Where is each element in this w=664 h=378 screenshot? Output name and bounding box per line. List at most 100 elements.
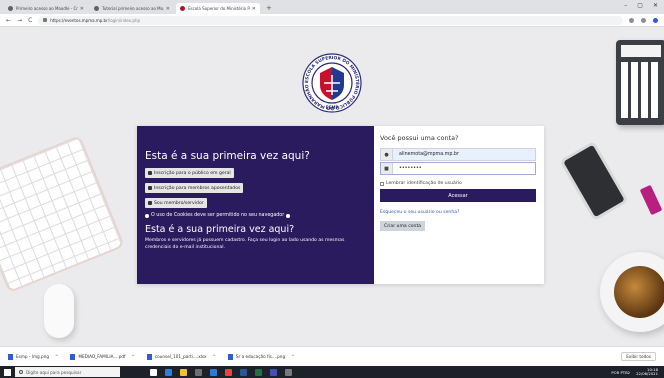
language-indicator[interactable]: POR PTB2 (611, 370, 630, 375)
system-tray: POR PTB2 10:18 22/06/2021 (611, 367, 658, 377)
retired-signup-label: Inscrição para membros aposentados (154, 185, 241, 191)
address-bar: ← → C https://eventos.mpma.mp.br/login/i… (0, 14, 664, 27)
chrome-icon[interactable] (225, 368, 232, 376)
app-icon[interactable] (285, 368, 292, 376)
browser-tab-active[interactable]: Escola Superior do Ministério P... ✕ (176, 3, 260, 14)
password-field[interactable]: ■ •••••••• (380, 162, 536, 175)
profile-avatar-icon[interactable] (653, 17, 658, 23)
excel-icon[interactable] (255, 368, 262, 376)
chevron-up-icon[interactable]: ^ (55, 354, 58, 359)
tab-label: Tutorial primeiro acesso ao Mo... (102, 6, 164, 11)
user-icon: ● (381, 149, 393, 160)
coffee-cup-illustration (600, 252, 664, 332)
user-icon (148, 186, 152, 190)
user-group-icon (148, 171, 152, 175)
forward-icon[interactable]: → (17, 17, 22, 24)
create-account-button[interactable]: Criar uma conta (380, 221, 426, 231)
remember-label: Lembrar identificação de usuário (386, 181, 462, 186)
phone-illustration (559, 140, 629, 222)
extension-icon[interactable] (629, 17, 634, 23)
url-host: https://eventos.mpma.mp.br (50, 17, 108, 23)
word-icon[interactable] (240, 368, 247, 376)
login-card: Esta é a sua primeira vez aqui? Inscriçã… (137, 126, 544, 284)
download-filename: counsel_101_parti....xlsx (154, 354, 207, 359)
file-icon (227, 353, 233, 360)
browser-tab[interactable]: Primeiro acesso ao Moodle - Cri... ✕ (4, 3, 88, 14)
info-icon (145, 213, 149, 218)
download-item[interactable]: Esmp - Img.png ^ (8, 353, 58, 360)
star-icon[interactable] (641, 17, 646, 23)
tab-favicon-icon (8, 6, 13, 11)
password-value: •••••••• (399, 166, 422, 171)
usb-illustration (639, 184, 663, 216)
login-panel: Você possui uma conta? ● alinemota@mpma.… (374, 126, 544, 284)
tab-label: Escola Superior do Ministério P... (188, 6, 250, 11)
public-signup-button[interactable]: Inscrição para o público em geral (145, 168, 234, 178)
cookies-text: O uso de Cookies deve ser permitido no s… (151, 213, 285, 218)
mouse-illustration (44, 284, 74, 338)
store-icon[interactable] (195, 368, 202, 376)
calculator-illustration (616, 40, 664, 125)
browser-tab-bar: Primeiro acesso ao Moodle - Cri... ✕ Tut… (0, 0, 664, 14)
url-field[interactable]: https://eventos.mpma.mp.br/login/index.p… (38, 15, 623, 25)
windows-start-icon[interactable] (4, 368, 11, 376)
file-explorer-icon[interactable] (180, 368, 187, 376)
windows-taskbar: Digite aqui para pesquisar POR PTB2 10:1… (0, 366, 664, 378)
tab-close-icon[interactable]: ✕ (80, 6, 84, 12)
login-button[interactable]: Acessar (380, 189, 536, 202)
url-path: /login/index.php (107, 17, 141, 23)
download-item[interactable]: counsel_101_parti....xlsx ^ (146, 353, 216, 360)
first-time-title-2: Esta é a sua primeira vez aqui? (145, 224, 295, 235)
clock-date: 22/06/2021 (636, 371, 658, 376)
clock[interactable]: 10:18 22/06/2021 (636, 367, 658, 377)
member-button[interactable]: Sou membro/servidor (145, 198, 207, 208)
close-window-icon[interactable]: ✕ (653, 2, 658, 9)
browser-tab[interactable]: Tutorial primeiro acesso ao Mo... ✕ (90, 3, 174, 14)
edge-icon[interactable] (165, 368, 172, 376)
logo-bottom-text: ESMP (326, 105, 339, 110)
search-icon (19, 370, 23, 374)
esmp-logo: ESCOLA SUPERIOR DO MINISTÉRIO PÚBLICO DO… (302, 53, 362, 113)
file-icon (8, 353, 13, 360)
taskbar-apps (150, 368, 292, 376)
download-filename: Esmp - Img.png (16, 354, 50, 359)
login-title: Você possui uma conta? (380, 134, 459, 142)
maximize-icon[interactable]: ▢ (637, 2, 643, 9)
username-value: alinemota@mpma.mp.br (399, 152, 459, 157)
badge-icon (148, 201, 152, 205)
back-icon[interactable]: ← (6, 17, 11, 24)
tab-close-icon[interactable]: ✕ (166, 6, 170, 12)
taskbar-search[interactable]: Digite aqui para pesquisar (15, 367, 120, 377)
member-label: Sou membro/servidor (154, 200, 204, 206)
tab-label: Primeiro acesso ao Moodle - Cri... (16, 6, 78, 11)
remember-username[interactable]: Lembrar identificação de usuário (380, 181, 536, 186)
retired-signup-button[interactable]: Inscrição para membros aposentados (145, 183, 244, 193)
reload-icon[interactable]: C (28, 17, 32, 24)
teams-icon[interactable] (270, 368, 277, 376)
minimize-icon[interactable]: – (624, 2, 627, 9)
file-icon (70, 353, 76, 360)
public-signup-label: Inscrição para o público em geral (154, 170, 231, 176)
chevron-up-icon[interactable]: ^ (131, 354, 134, 359)
help-icon[interactable] (286, 213, 291, 218)
window-controls: – ▢ ✕ (624, 2, 658, 9)
task-view-icon[interactable] (150, 368, 157, 376)
lock-icon (43, 18, 48, 22)
download-item[interactable]: Sr a educação fís....png ^ (227, 353, 294, 360)
file-icon (146, 353, 152, 360)
outlook-icon[interactable] (210, 368, 217, 376)
tab-favicon-icon (94, 6, 99, 11)
remember-checkbox[interactable] (380, 181, 384, 186)
download-item[interactable]: MEDIAO_FAMILIA....pdf ^ (70, 353, 135, 360)
download-filename: Sr a educação fís....png (235, 354, 286, 359)
chevron-up-icon[interactable]: ^ (213, 354, 216, 359)
taskbar-search-placeholder: Digite aqui para pesquisar (26, 369, 82, 375)
show-all-downloads-button[interactable]: Exibir todos (621, 352, 656, 361)
username-field[interactable]: ● alinemota@mpma.mp.br (380, 148, 536, 161)
signup-panel: Esta é a sua primeira vez aqui? Inscriçã… (137, 126, 374, 284)
tab-close-icon[interactable]: ✕ (252, 6, 256, 12)
downloads-bar: Esmp - Img.png ^ MEDIAO_FAMILIA....pdf ^… (0, 346, 664, 366)
new-tab-icon[interactable]: + (262, 4, 276, 14)
tab-favicon-icon (180, 6, 185, 11)
chevron-up-icon[interactable]: ^ (291, 354, 294, 359)
